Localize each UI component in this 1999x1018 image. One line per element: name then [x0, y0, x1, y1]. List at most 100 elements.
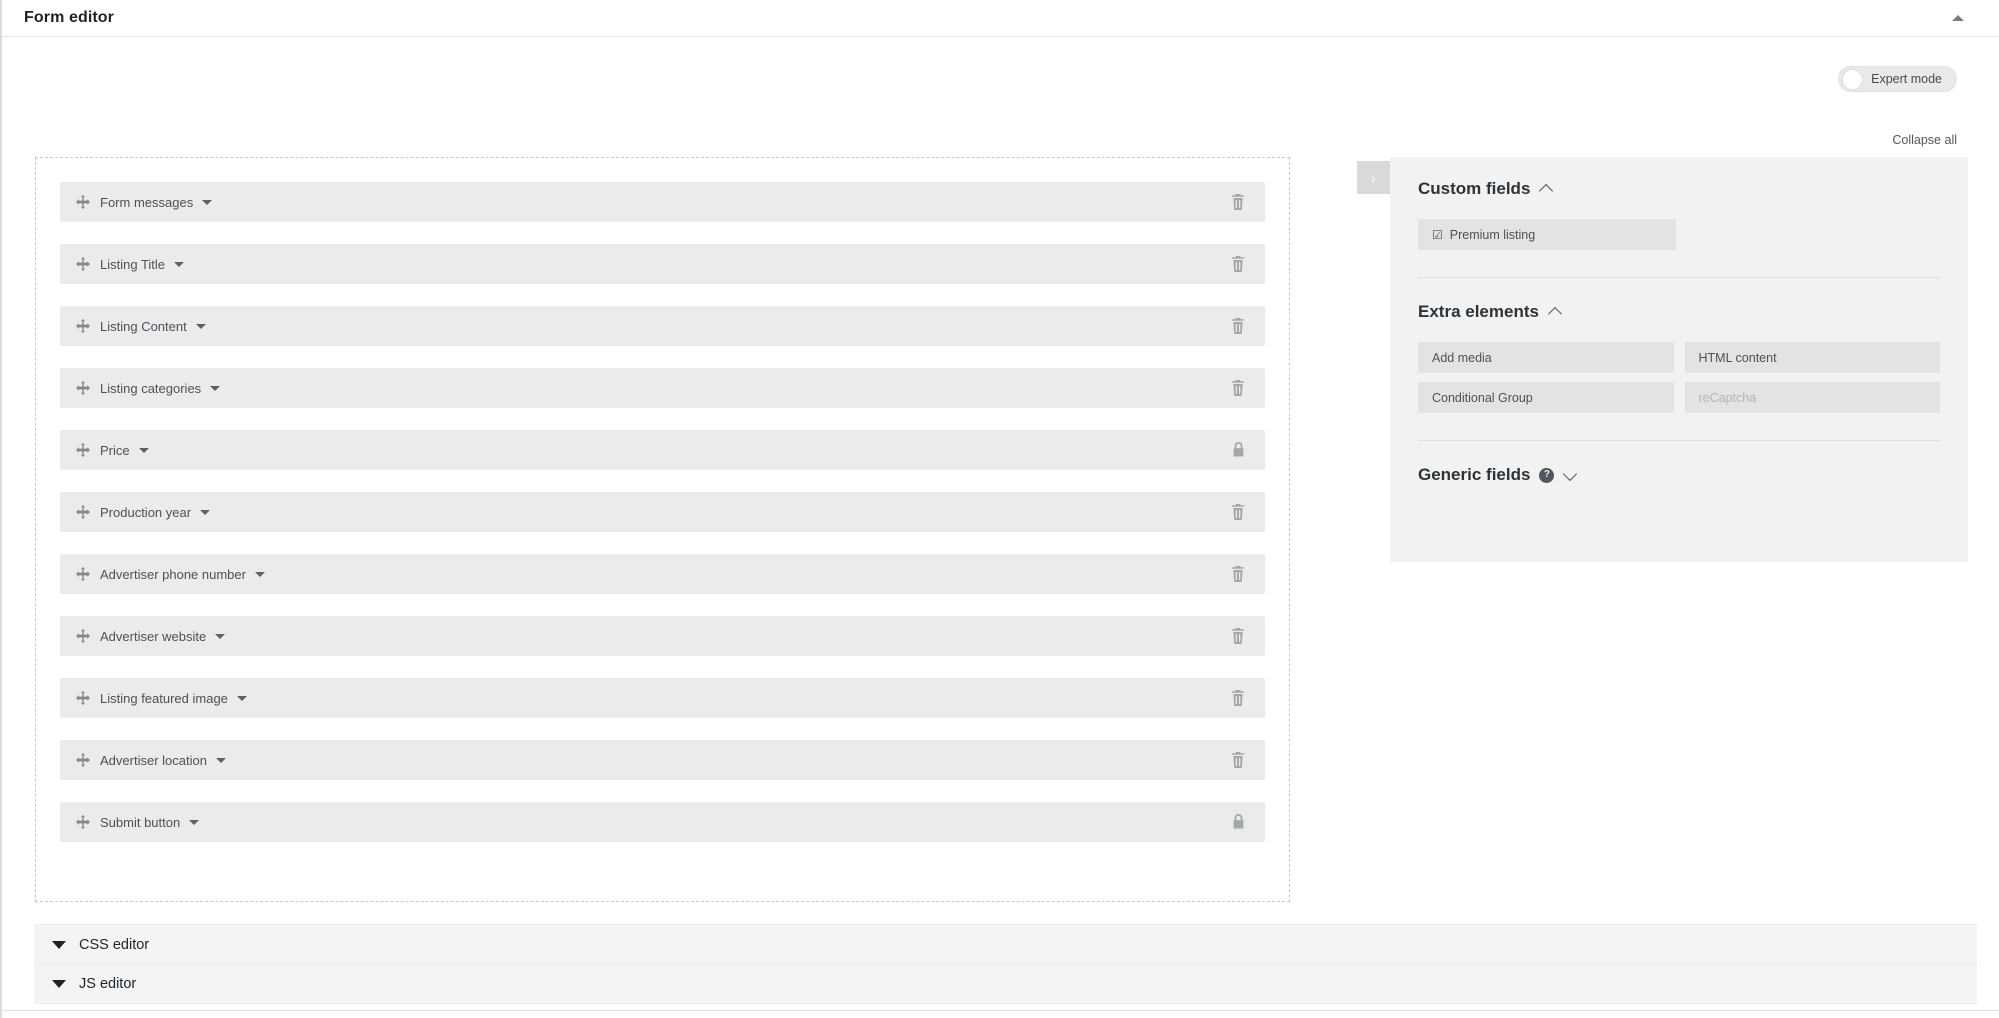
js-editor-label: JS editor: [79, 976, 137, 992]
section-title: Generic fields: [1418, 465, 1531, 484]
chip-label: HTML content: [1698, 350, 1777, 365]
trash-icon[interactable]: [1229, 317, 1247, 335]
drag-handle-icon[interactable]: [76, 629, 90, 643]
field-chip-conditional-group[interactable]: Conditional Group: [1418, 382, 1674, 413]
form-field-label: Price: [100, 442, 130, 458]
trash-icon[interactable]: [1229, 193, 1247, 211]
form-field-label: Listing categories: [100, 380, 202, 396]
caret-up-icon: [1952, 15, 1964, 21]
chevron-down-icon[interactable]: [174, 261, 185, 267]
trash-icon[interactable]: [1229, 689, 1247, 707]
drag-handle-icon[interactable]: [76, 691, 90, 705]
page-title: Form editor: [24, 9, 114, 26]
drag-handle-icon[interactable]: [76, 815, 90, 829]
drag-handle-icon[interactable]: [76, 195, 90, 209]
chevron-down-icon[interactable]: [210, 385, 221, 391]
form-field-row[interactable]: Form messages: [60, 182, 1265, 222]
section-title: Custom fields: [1418, 179, 1531, 198]
form-field-label: Production year: [100, 504, 192, 520]
form-field-label: Submit button: [100, 814, 181, 830]
panel-divider: [1418, 277, 1940, 278]
bottom-divider: [2, 1010, 1999, 1011]
drag-handle-icon[interactable]: [76, 257, 90, 271]
expert-mode-label: Expert mode: [1871, 72, 1942, 86]
css-editor-accordion[interactable]: CSS editor: [34, 924, 1977, 964]
chip-label: reCaptcha: [1698, 390, 1757, 405]
form-field-row[interactable]: Advertiser website: [60, 616, 1265, 656]
form-field-label: Listing Content: [100, 318, 187, 334]
form-field-row[interactable]: Production year: [60, 492, 1265, 532]
chevron-down-icon[interactable]: [236, 695, 247, 701]
chevron-down-icon[interactable]: [195, 323, 206, 329]
trash-icon[interactable]: [1229, 565, 1247, 583]
form-field-label: Advertiser location: [100, 752, 207, 768]
form-field-label: Advertiser phone number: [100, 566, 246, 582]
chip-label: Conditional Group: [1432, 390, 1533, 405]
form-field-row[interactable]: Price: [60, 430, 1265, 470]
trash-icon[interactable]: [1229, 627, 1247, 645]
form-field-label: Advertiser website: [100, 628, 207, 644]
panel-collapse-handle[interactable]: ›: [1357, 161, 1390, 194]
postbox-collapse-toggle[interactable]: [1945, 5, 1971, 31]
form-field-row[interactable]: Submit button: [60, 802, 1265, 842]
drag-handle-icon[interactable]: [76, 753, 90, 767]
collapse-all-link[interactable]: Collapse all: [1892, 133, 1957, 147]
chevron-down-icon[interactable]: [1564, 469, 1577, 482]
fields-library-panel: Custom fields ☑ Premium listing Extra el…: [1390, 157, 1968, 562]
chevron-right-icon: ›: [1371, 169, 1376, 186]
drag-handle-icon[interactable]: [76, 381, 90, 395]
section-header-extra-elements[interactable]: Extra elements: [1418, 302, 1940, 322]
form-editor-metabox: Form editor Expert mode Collapse all For…: [0, 0, 1999, 1018]
drag-handle-icon[interactable]: [76, 319, 90, 333]
trash-icon[interactable]: [1229, 503, 1247, 521]
panel-divider: [1418, 440, 1940, 441]
chevron-down-icon[interactable]: [215, 633, 226, 639]
section-title: Extra elements: [1418, 302, 1539, 321]
chevron-up-icon[interactable]: [1540, 183, 1553, 196]
trash-icon[interactable]: [1229, 751, 1247, 769]
chip-label: Add media: [1432, 350, 1492, 365]
drag-handle-icon[interactable]: [76, 567, 90, 581]
chevron-down-icon[interactable]: [200, 509, 211, 515]
form-field-row[interactable]: Listing Content: [60, 306, 1265, 346]
trash-icon[interactable]: [1229, 379, 1247, 397]
field-chip-html-content[interactable]: HTML content: [1684, 342, 1940, 373]
chevron-down-icon[interactable]: [189, 819, 200, 825]
js-editor-accordion[interactable]: JS editor: [34, 964, 1977, 1004]
postbox-header: Form editor: [2, 0, 1999, 37]
triangle-down-icon: [52, 940, 66, 949]
question-mark-icon[interactable]: ?: [1539, 467, 1555, 483]
lock-icon: [1229, 441, 1247, 459]
triangle-down-icon: [52, 980, 66, 988]
section-header-custom-fields[interactable]: Custom fields: [1418, 179, 1940, 199]
expert-mode-knob: [1842, 68, 1864, 90]
form-field-row[interactable]: Listing Title: [60, 244, 1265, 284]
form-field-row[interactable]: Listing featured image: [60, 678, 1265, 718]
form-field-label: Listing featured image: [100, 690, 228, 706]
form-field-label: Form messages: [100, 194, 194, 210]
form-field-row[interactable]: Advertiser location: [60, 740, 1265, 780]
field-chip-premium-listing[interactable]: ☑ Premium listing: [1418, 219, 1676, 250]
drag-handle-icon[interactable]: [76, 443, 90, 457]
chevron-up-icon[interactable]: [1549, 306, 1562, 319]
chip-label: Premium listing: [1449, 227, 1536, 242]
form-field-label: Listing Title: [100, 256, 166, 272]
chevron-down-icon[interactable]: [202, 199, 213, 205]
section-header-generic-fields[interactable]: Generic fields ?: [1418, 465, 1940, 485]
custom-fields-chip-list: ☑ Premium listing: [1418, 219, 1940, 250]
drag-handle-icon[interactable]: [76, 505, 90, 519]
chevron-down-icon[interactable]: [138, 447, 149, 453]
expert-mode-toggle[interactable]: Expert mode: [1838, 66, 1957, 92]
checkbox-checked-icon: ☑: [1432, 227, 1443, 242]
field-chip-add-media[interactable]: Add media: [1418, 342, 1674, 373]
trash-icon[interactable]: [1229, 255, 1247, 273]
form-field-row[interactable]: Advertiser phone number: [60, 554, 1265, 594]
field-chip-recaptcha: reCaptcha: [1684, 382, 1940, 413]
chevron-down-icon[interactable]: [254, 571, 265, 577]
form-builder-canvas[interactable]: Form messages Listing Title Listing Cont…: [35, 157, 1290, 902]
extra-elements-chip-list: Add media HTML content Conditional Group…: [1418, 342, 1940, 413]
form-field-row[interactable]: Listing categories: [60, 368, 1265, 408]
chevron-down-icon[interactable]: [215, 757, 226, 763]
css-editor-label: CSS editor: [79, 936, 150, 953]
lock-icon: [1229, 813, 1247, 831]
